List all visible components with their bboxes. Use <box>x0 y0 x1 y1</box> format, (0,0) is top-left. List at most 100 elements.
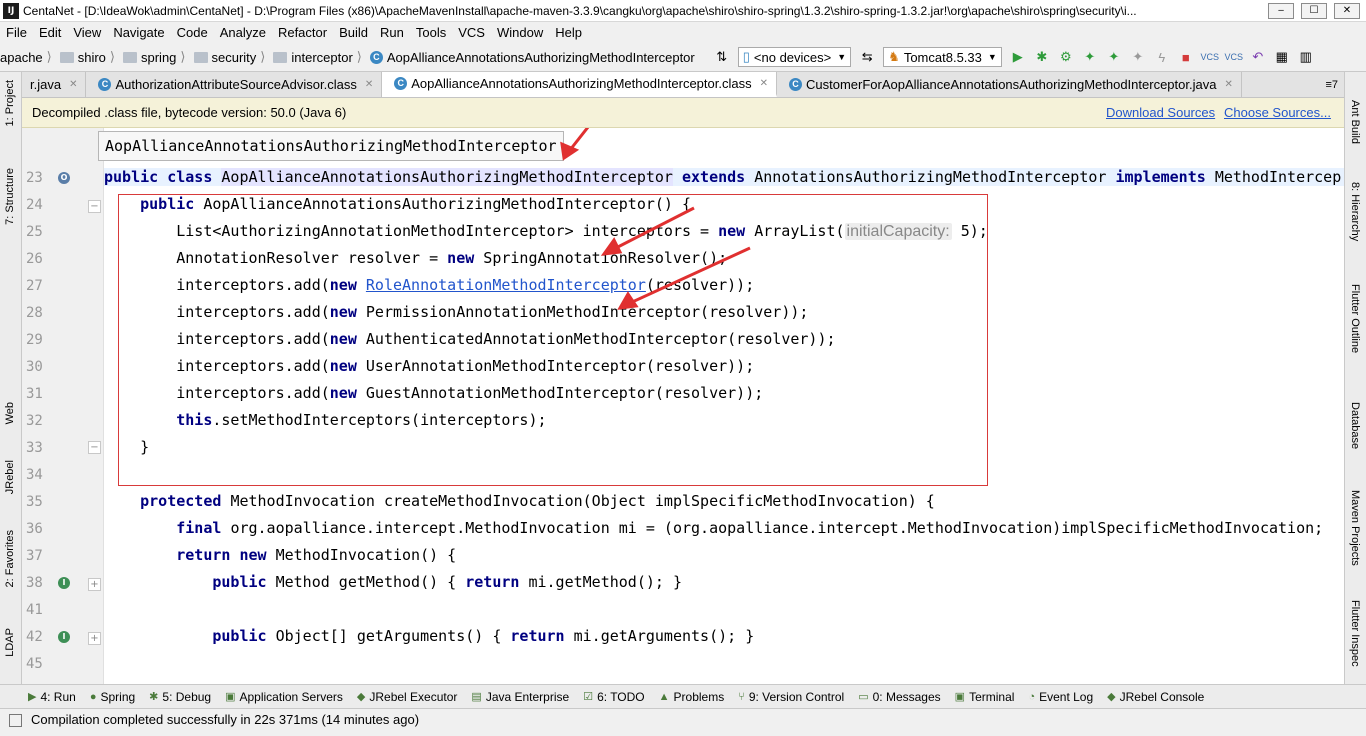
tool-favorites[interactable]: 2: Favorites <box>4 530 16 587</box>
sort-icon[interactable]: ⇅ <box>713 48 731 66</box>
breadcrumb-security[interactable]: security ⟩ <box>190 49 265 65</box>
tool-java-enterprise[interactable]: ▤ Java Enterprise <box>471 690 569 704</box>
menu-edit[interactable]: Edit <box>33 25 67 40</box>
keyword: return new <box>104 546 276 564</box>
menu-navigate[interactable]: Navigate <box>107 25 170 40</box>
tool-ldap[interactable]: LDAP <box>4 628 16 657</box>
attach-icon[interactable]: ✦ <box>1129 48 1147 66</box>
tool-label: Spring <box>100 689 136 704</box>
tool-hierarchy[interactable]: 8: Hierarchy <box>1349 182 1361 241</box>
tool-label: Java Enterprise <box>485 689 570 704</box>
tool-terminal[interactable]: ▣ Terminal <box>955 690 1015 704</box>
tool-database[interactable]: Database <box>1349 402 1361 449</box>
close-icon[interactable]: ✕ <box>69 79 77 90</box>
minimize-button[interactable]: ‒ <box>1268 3 1294 19</box>
tool-todo[interactable]: ☑ 6: TODO <box>583 690 644 704</box>
menu-window[interactable]: Window <box>491 25 549 40</box>
tool-window-toggle-icon[interactable] <box>9 714 22 727</box>
download-sources-link[interactable]: Download Sources <box>1106 105 1215 120</box>
breadcrumb-class[interactable]: C AopAllianceAnnotationsAuthorizingMethod… <box>366 50 695 65</box>
tool-event-log[interactable]: ◔ Event Log <box>1028 690 1093 704</box>
fold-icon[interactable]: − <box>88 441 101 454</box>
tool-version-control[interactable]: ⑂ 9: Version Control <box>738 690 844 704</box>
tool-jrebel-executor[interactable]: ◆ JRebel Executor <box>357 690 458 704</box>
tool-structure[interactable]: 7: Structure <box>4 168 16 225</box>
lightning-icon[interactable]: ϟ <box>1153 48 1171 66</box>
menu-help[interactable]: Help <box>549 25 588 40</box>
line-number: 45 <box>26 656 43 672</box>
breadcrumb-interceptor[interactable]: interceptor ⟩ <box>269 49 362 65</box>
tool-flutter-outline[interactable]: Flutter Outline <box>1349 284 1361 353</box>
menu-file[interactable]: File <box>0 25 33 40</box>
tab-aop-interceptor[interactable]: C AopAllianceAnnotationsAuthorizingMethod… <box>382 72 777 97</box>
breadcrumb-label: shiro <box>77 49 106 65</box>
keyword: implements <box>1115 168 1215 186</box>
tool-label: Event Log <box>1039 689 1094 704</box>
expand-icon[interactable]: + <box>88 632 101 645</box>
line-number: 31 <box>26 386 43 402</box>
tool-jrebel[interactable]: JRebel <box>4 460 16 494</box>
tool-application-servers[interactable]: ▣ Application Servers <box>225 690 343 704</box>
tool-jrebel-console[interactable]: ◆ JRebel Console <box>1107 690 1204 704</box>
line-number: 30 <box>26 359 43 375</box>
tab-label: CustomerForAopAllianceAnnotationsAuthori… <box>805 77 1217 92</box>
maximize-button[interactable]: ☐ <box>1301 3 1327 19</box>
tool-run[interactable]: ▶ 4: Run <box>28 690 76 704</box>
close-icon[interactable]: ✕ <box>1224 79 1232 90</box>
debug-icon[interactable]: ✱ <box>1033 48 1051 66</box>
tab-overflow-menu[interactable]: ≡7 <box>1325 79 1338 91</box>
tool-problems[interactable]: ▲ Problems <box>659 690 725 704</box>
override-marker-icon[interactable]: I <box>58 577 70 589</box>
run-icon[interactable]: ▶ <box>1009 48 1027 66</box>
tab-r-java[interactable]: r.java ✕ <box>22 72 87 97</box>
fold-icon[interactable]: − <box>88 200 101 213</box>
tool-ant-build[interactable]: Ant Build <box>1349 100 1361 144</box>
tool-messages[interactable]: ▭ 0: Messages <box>858 690 940 704</box>
sdk-manager-icon[interactable]: ▥ <box>1297 48 1315 66</box>
menu-run[interactable]: Run <box>374 25 410 40</box>
menu-vcs[interactable]: VCS <box>452 25 491 40</box>
tab-customer-interceptor[interactable]: C CustomerForAopAllianceAnnotationsAuthor… <box>777 72 1242 97</box>
arrow-tooltip <box>568 128 590 151</box>
breadcrumb-apache[interactable]: apache ⟩ <box>0 49 52 65</box>
menu-code[interactable]: Code <box>171 25 214 40</box>
warning-icon: ▲ <box>658 690 670 703</box>
device-selector[interactable]: ▯ <no devices> ▼ <box>737 47 852 67</box>
close-icon[interactable]: ✕ <box>760 78 768 89</box>
stop-icon[interactable]: ■ <box>1177 48 1195 66</box>
sync-icon[interactable]: ⇆ <box>858 48 876 66</box>
tab-authorization-advisor[interactable]: C AuthorizationAttributeSourceAdvisor.cla… <box>86 72 383 97</box>
menu-tools[interactable]: Tools <box>410 25 452 40</box>
vcs-commit-icon[interactable]: VCS <box>1225 48 1244 66</box>
menu-analyze[interactable]: Analyze <box>214 25 272 40</box>
editor-gutter: 23 24 25 26 27 28 29 30 31 32 33 34 35 3… <box>22 128 104 684</box>
vcs-update-icon[interactable]: VCS <box>1201 48 1220 66</box>
tool-web[interactable]: Web <box>4 402 16 424</box>
implements-marker-icon[interactable]: O <box>58 172 70 184</box>
tool-project[interactable]: 1: Project <box>4 80 16 126</box>
expand-icon[interactable]: + <box>88 578 101 591</box>
jrebel-run-icon[interactable]: ✦ <box>1081 48 1099 66</box>
tool-flutter-inspector[interactable]: Flutter Inspec <box>1349 600 1361 667</box>
menu-view[interactable]: View <box>67 25 107 40</box>
code-editor[interactable]: 23 24 25 26 27 28 29 30 31 32 33 34 35 3… <box>22 128 1344 684</box>
override-marker-icon[interactable]: I <box>58 631 70 643</box>
coverage-icon[interactable]: ⚙ <box>1057 48 1075 66</box>
tool-debug[interactable]: ✱ 5: Debug <box>149 690 211 704</box>
tool-maven-projects[interactable]: Maven Projects <box>1349 490 1361 566</box>
close-icon[interactable]: ✕ <box>365 79 373 90</box>
close-button[interactable]: ✕ <box>1334 3 1360 19</box>
arrowhead <box>560 141 580 161</box>
jrebel-debug-icon[interactable]: ✦ <box>1105 48 1123 66</box>
project-structure-icon[interactable]: ▦ <box>1273 48 1291 66</box>
breadcrumb-spring[interactable]: spring ⟩ <box>119 49 186 65</box>
run-config-selector[interactable]: ♞ Tomcat8.5.33 ▼ <box>883 47 1002 67</box>
choose-sources-link[interactable]: Choose Sources... <box>1224 105 1331 120</box>
undo-icon[interactable]: ↶ <box>1249 48 1267 66</box>
chevron-right-icon: ⟩ <box>180 49 186 64</box>
tool-spring[interactable]: ● Spring <box>90 690 135 704</box>
menu-refactor[interactable]: Refactor <box>272 25 333 40</box>
menu-build[interactable]: Build <box>333 25 374 40</box>
breadcrumb-shiro[interactable]: shiro ⟩ <box>56 49 115 65</box>
breadcrumb-label: interceptor <box>291 49 353 65</box>
